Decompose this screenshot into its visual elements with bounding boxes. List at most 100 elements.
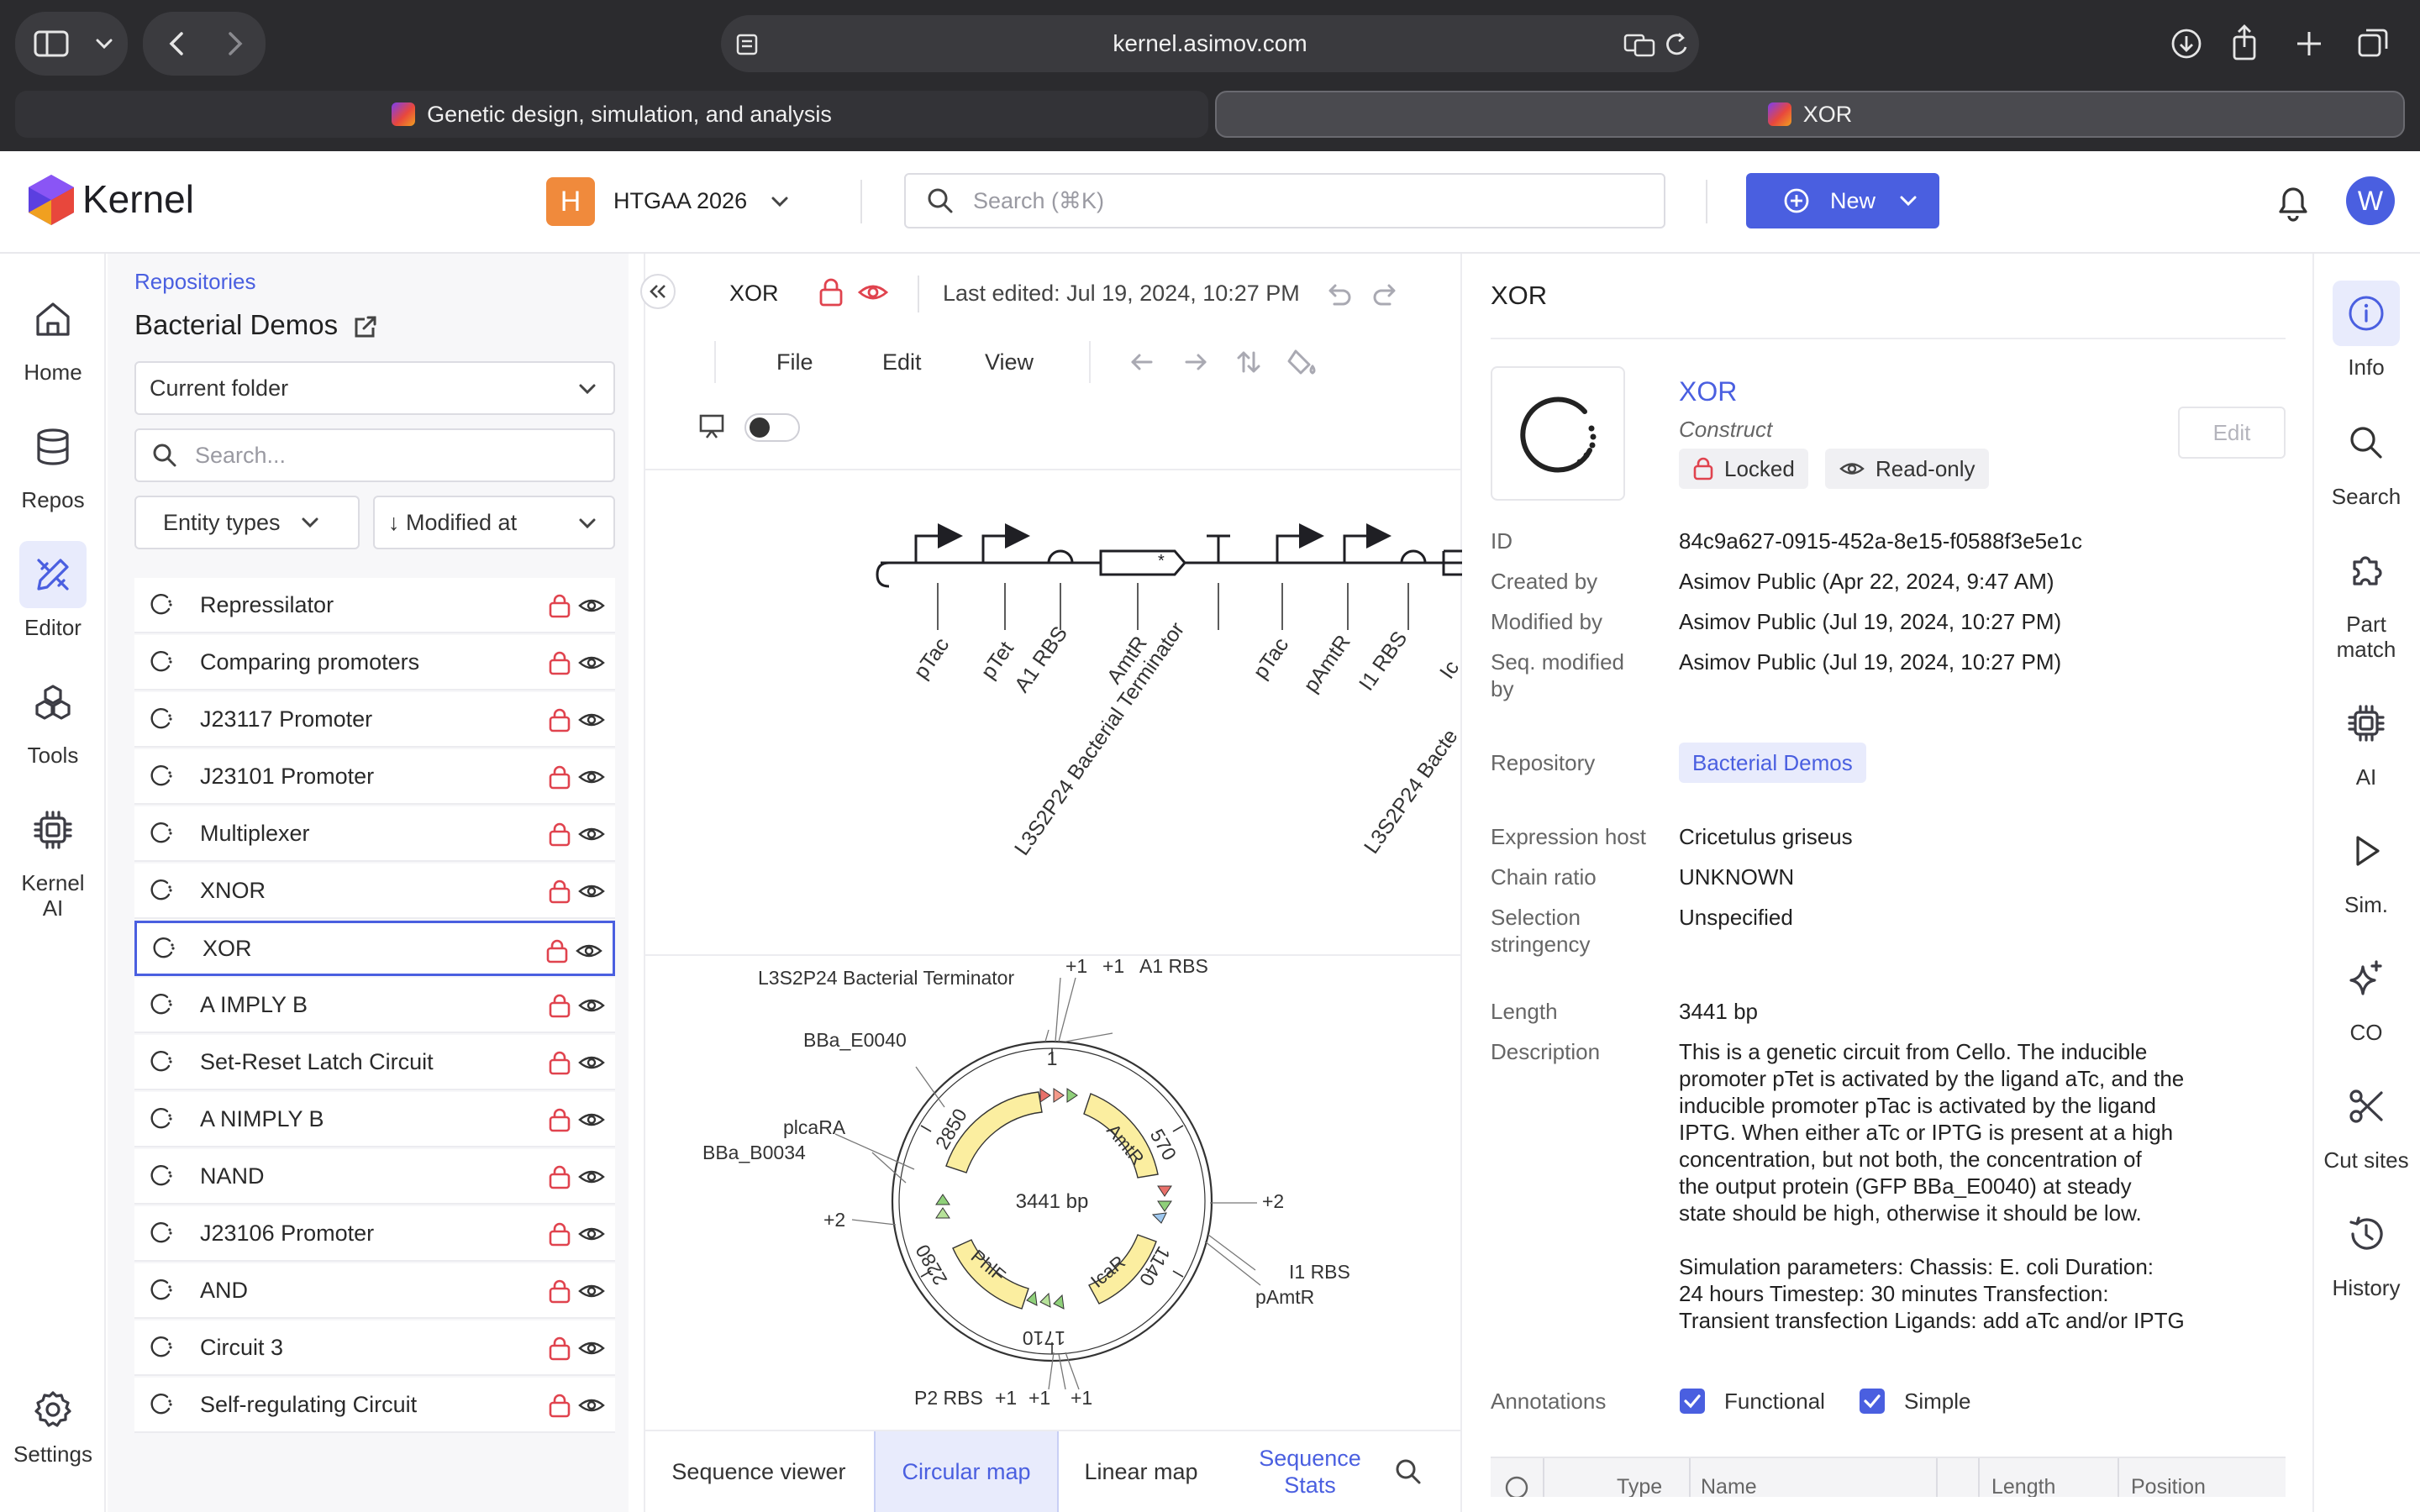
column-name[interactable]: Name: [1701, 1475, 1757, 1497]
eye-icon[interactable]: [578, 652, 605, 674]
construct-name[interactable]: XOR: [1679, 376, 1737, 407]
tab-sequence-stats[interactable]: Sequence Stats: [1234, 1431, 1386, 1512]
simple-checkbox[interactable]: Simple: [1859, 1388, 1970, 1415]
list-item[interactable]: Self-regulating Circuit: [134, 1378, 615, 1433]
global-search-input[interactable]: Search (⌘K): [904, 173, 1665, 228]
lock-icon[interactable]: [548, 1221, 571, 1247]
eye-icon[interactable]: [578, 595, 605, 617]
lock-icon[interactable]: [548, 593, 571, 618]
folder-select[interactable]: Current folder: [134, 361, 615, 415]
lock-icon[interactable]: [545, 938, 569, 963]
lock-icon[interactable]: [548, 764, 571, 790]
tab-circular-map[interactable]: Circular map: [874, 1431, 1059, 1512]
tab-sequence-viewer[interactable]: Sequence viewer: [655, 1431, 862, 1512]
collapse-sidebar-button[interactable]: [640, 274, 676, 309]
notifications-bell-icon[interactable]: [2272, 180, 2314, 225]
arrow-left-icon[interactable]: [1131, 354, 1153, 370]
eye-icon[interactable]: [578, 880, 605, 902]
nav-editor[interactable]: Editor: [0, 541, 106, 641]
list-item[interactable]: Set-Reset Latch Circuit: [134, 1035, 615, 1090]
list-item[interactable]: J23117 Promoter: [134, 692, 615, 748]
paint-bucket-icon[interactable]: [1287, 349, 1316, 375]
rail-codon-optimization[interactable]: CO: [2312, 946, 2420, 1045]
lock-icon[interactable]: [548, 1164, 571, 1189]
rail-simulation[interactable]: Sim.: [2312, 818, 2420, 917]
tab-overview-icon[interactable]: [2358, 29, 2388, 57]
list-item[interactable]: Multiplexer: [134, 806, 615, 862]
rail-ai[interactable]: AI: [2312, 690, 2420, 790]
list-item[interactable]: AND: [134, 1263, 615, 1319]
rbs-a1-icon[interactable]: [1047, 549, 1074, 564]
lock-icon[interactable]: [548, 822, 571, 847]
kernel-logo-icon[interactable]: [27, 173, 76, 227]
view-toggle[interactable]: [744, 413, 800, 442]
breadcrumb[interactable]: Repositories: [134, 269, 256, 295]
terminator-icon[interactable]: [1207, 534, 1230, 563]
eye-icon[interactable]: [578, 823, 605, 845]
part-marker-red[interactable]: [1157, 1185, 1172, 1197]
redo-icon[interactable]: [1373, 284, 1396, 306]
menu-view[interactable]: View: [985, 349, 1034, 375]
eye-icon[interactable]: [578, 995, 605, 1016]
user-avatar[interactable]: W: [2346, 176, 2395, 225]
chevron-down-icon[interactable]: [768, 190, 792, 213]
promoter-ptet-icon[interactable]: [981, 523, 1030, 563]
rail-search[interactable]: Search: [2312, 410, 2420, 509]
sidebar-search-input[interactable]: Search...: [134, 428, 615, 482]
lock-icon[interactable]: [548, 1278, 571, 1304]
edit-button[interactable]: Edit: [2178, 407, 2286, 459]
nav-kernel-ai[interactable]: Kernel AI: [0, 796, 106, 921]
list-item[interactable]: XNOR: [134, 864, 615, 919]
lock-icon[interactable]: [548, 1107, 571, 1132]
reload-icon[interactable]: [1666, 33, 1687, 55]
functional-checkbox[interactable]: Functional: [1679, 1388, 1825, 1415]
arrow-right-icon[interactable]: [1185, 354, 1207, 370]
nav-repos[interactable]: Repos: [0, 413, 106, 513]
lock-icon[interactable]: [548, 1050, 571, 1075]
list-item[interactable]: A NIMPLY B: [134, 1092, 615, 1147]
part-marker-green-3[interactable]: [935, 1207, 950, 1219]
part-marker-blue[interactable]: [1151, 1212, 1167, 1224]
list-item[interactable]: Repressilator: [134, 578, 615, 633]
column-position[interactable]: Position: [2131, 1475, 2206, 1497]
back-icon[interactable]: [169, 32, 183, 55]
list-item[interactable]: NAND: [134, 1149, 615, 1205]
forward-icon[interactable]: [229, 32, 243, 55]
part-marker-green-5[interactable]: [1039, 1292, 1051, 1308]
part-marker-green-4[interactable]: [1026, 1290, 1038, 1306]
translate-icon[interactable]: [1623, 34, 1655, 57]
eye-icon[interactable]: [1504, 1475, 1529, 1497]
sort-select[interactable]: ↓ Modified at: [373, 496, 615, 549]
download-icon[interactable]: [2171, 29, 2202, 59]
rbs-i1-icon[interactable]: [1400, 549, 1427, 564]
eye-icon[interactable]: [578, 1337, 605, 1359]
eye-icon[interactable]: [578, 709, 605, 731]
external-link-icon[interactable]: [351, 312, 380, 341]
promoter-pamtr-icon[interactable]: [1343, 523, 1392, 563]
share-icon[interactable]: [2233, 24, 2256, 60]
cds-amtr-icon[interactable]: [1099, 549, 1186, 576]
new-tab-icon[interactable]: [2297, 32, 2321, 55]
undo-icon[interactable]: [1328, 284, 1351, 306]
eye-icon[interactable]: [578, 1394, 605, 1416]
tab-linear-map[interactable]: Linear map: [1067, 1431, 1215, 1512]
column-type[interactable]: Type: [1617, 1475, 1662, 1497]
search-icon[interactable]: [1393, 1457, 1423, 1487]
nav-settings[interactable]: Settings: [0, 1384, 106, 1467]
list-item[interactable]: XOR: [134, 921, 615, 976]
eye-icon[interactable]: [576, 940, 602, 962]
tab-xor[interactable]: XOR: [1215, 91, 2405, 138]
eye-icon[interactable]: [578, 1166, 605, 1188]
nav-home[interactable]: Home: [0, 286, 106, 386]
eye-icon[interactable]: [578, 1280, 605, 1302]
part-promoter-red-2[interactable]: [1053, 1088, 1065, 1103]
part-marker-green[interactable]: [1157, 1200, 1172, 1212]
rail-cut-sites[interactable]: Cut sites: [2312, 1074, 2420, 1173]
lock-icon[interactable]: [548, 1393, 571, 1418]
lock-icon[interactable]: [548, 707, 571, 732]
promoter-ptac-icon[interactable]: [914, 523, 963, 563]
list-item[interactable]: J23101 Promoter: [134, 749, 615, 805]
part-marker-green-6[interactable]: [1053, 1294, 1065, 1310]
eye-icon[interactable]: [578, 1109, 605, 1131]
rail-part-match[interactable]: Part match: [2312, 538, 2420, 662]
